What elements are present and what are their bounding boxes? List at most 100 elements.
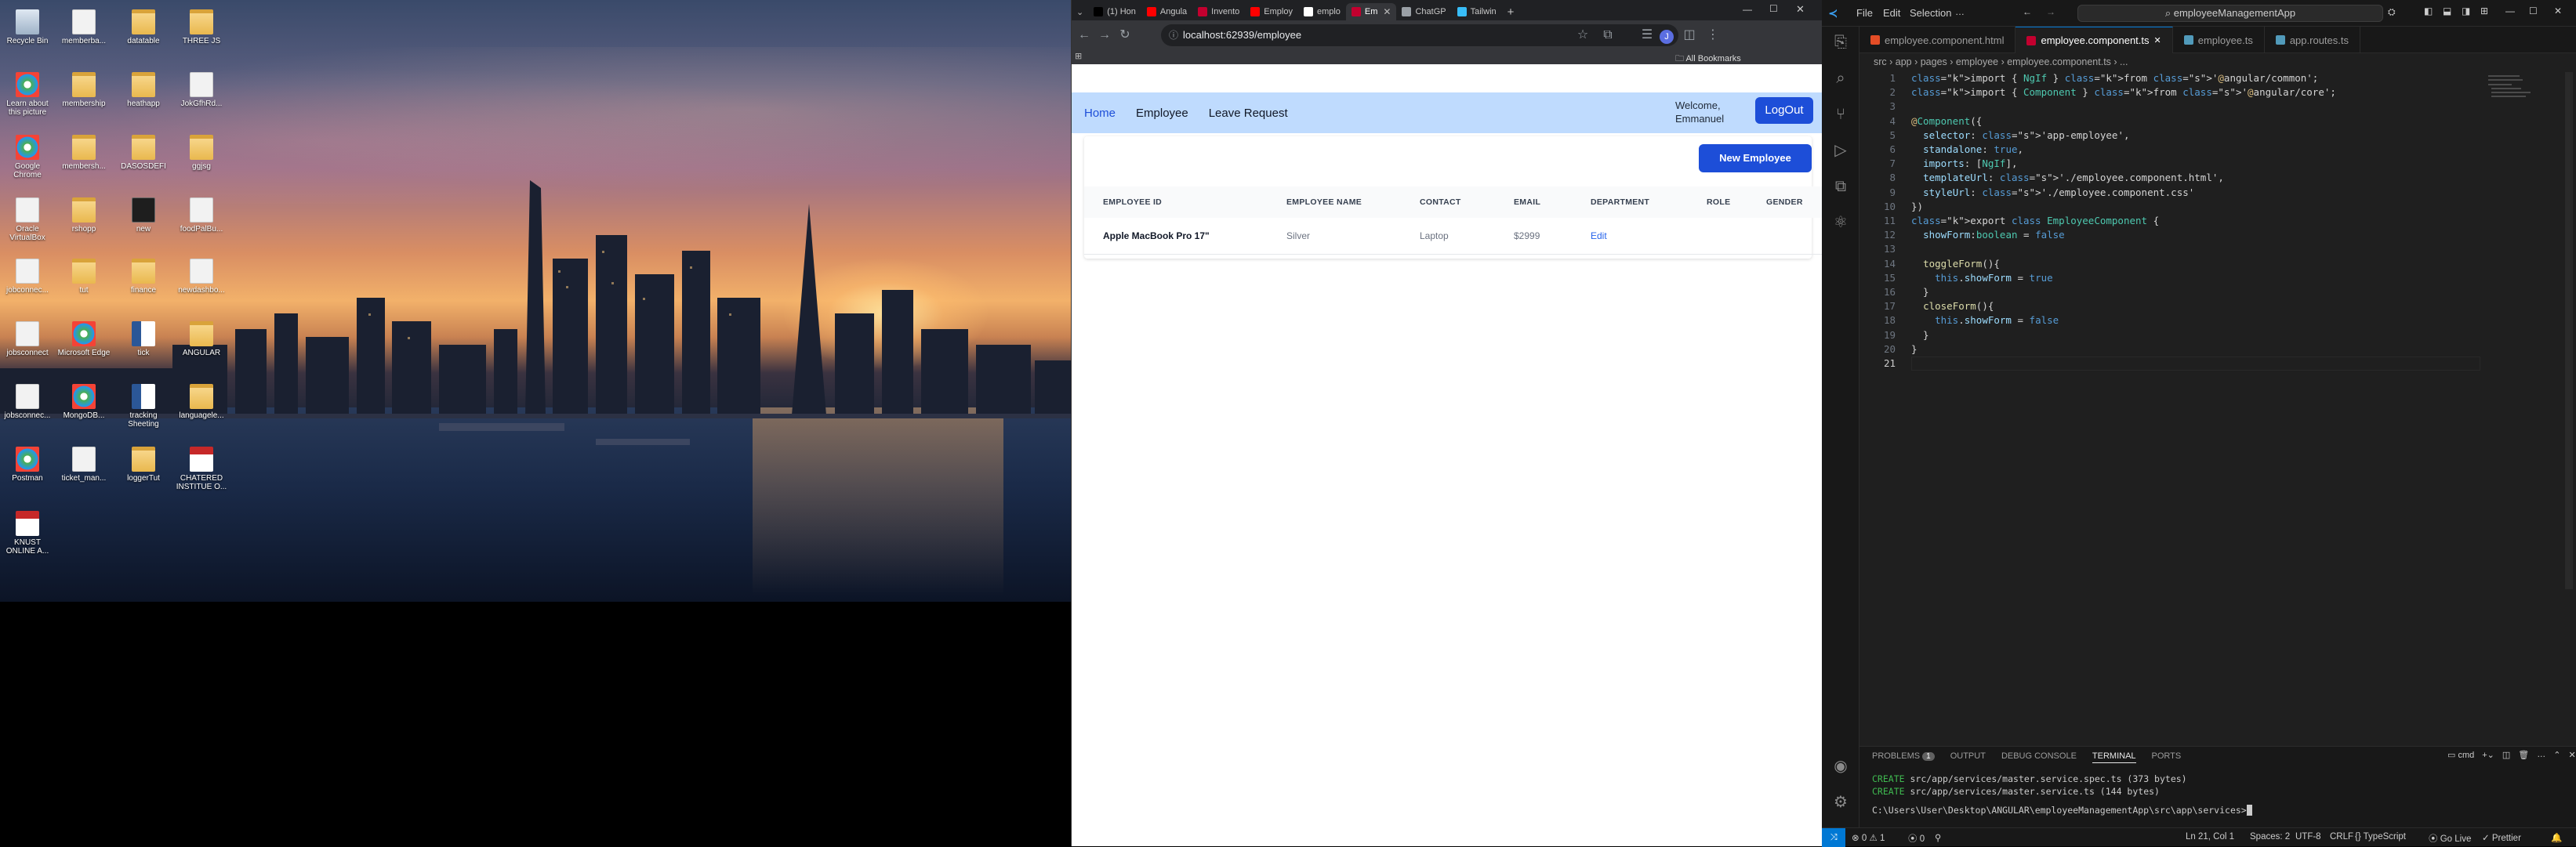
desktop-icon[interactable]: memberba... <box>56 9 111 45</box>
vscode-maximize-button[interactable]: ☐ <box>2529 5 2538 16</box>
edit-link[interactable]: Edit <box>1591 230 1607 241</box>
extensions-icon[interactable]: ⧉ <box>1598 26 1617 45</box>
editor-scrollbar[interactable] <box>2565 72 2573 589</box>
desktop-icon[interactable]: JokGfhRd... <box>174 72 229 108</box>
menu-file[interactable]: File <box>1856 7 1873 19</box>
new-terminal-icon[interactable]: +⌄ <box>2482 750 2494 760</box>
desktop-icon[interactable]: MongoDB... <box>56 384 111 420</box>
panel-more-icon[interactable]: … <box>2537 750 2545 760</box>
desktop-icon[interactable]: KNUST ONLINE A... <box>0 511 55 556</box>
new-employee-button[interactable]: New Employee <box>1699 144 1812 172</box>
profile-avatar[interactable]: J <box>1660 30 1674 44</box>
back-icon[interactable]: ← <box>1075 26 1094 45</box>
minimize-button[interactable]: — <box>1743 4 1752 15</box>
panel-tab-ports[interactable]: PORTS <box>2152 751 2182 763</box>
remote-explorer-icon[interactable]: ⚛ <box>1830 212 1852 233</box>
desktop-icon[interactable]: membersh... <box>56 135 111 171</box>
menu-edit[interactable]: Edit <box>1883 7 1900 19</box>
menu-more-icon[interactable]: … <box>1955 6 1965 17</box>
problems-status[interactable]: ⊗ 0 ⚠ 1 <box>1852 832 1885 843</box>
panel-tab-debug-console[interactable]: DEBUG CONSOLE <box>2001 751 2077 763</box>
close-editor-tab-icon[interactable]: ✕ <box>2154 35 2161 45</box>
desktop-icon[interactable]: CHATERED INSTITUE O... <box>174 447 229 491</box>
desktop-icon[interactable]: rshopp <box>56 197 111 233</box>
browser-tab[interactable]: (1) Hon <box>1088 3 1141 20</box>
browser-tab[interactable]: Em ✕ <box>1345 3 1397 20</box>
logout-button[interactable]: LogOut <box>1755 97 1813 124</box>
desktop-icon[interactable]: DASOSDEFI <box>116 135 171 171</box>
menu-kebab-icon[interactable]: ⋮ <box>1703 26 1722 45</box>
sidebar-icon[interactable]: ◫ <box>1680 26 1699 45</box>
browser-tab[interactable]: emplo <box>1298 3 1346 20</box>
browser-tab[interactable]: Angula <box>1141 3 1192 20</box>
source-control-icon[interactable]: ⑂ <box>1830 103 1852 125</box>
desktop-icon[interactable]: ggjsg <box>174 135 229 171</box>
language-mode[interactable]: {} TypeScript <box>2355 832 2406 842</box>
desktop-icon[interactable]: Microsoft Edge <box>56 321 111 357</box>
toggle-panel-icon[interactable]: ⬓ <box>2443 5 2451 16</box>
browser-tab[interactable]: Invento <box>1192 3 1245 20</box>
desktop-icon[interactable]: heathapp <box>116 72 171 108</box>
new-tab-button[interactable]: + <box>1502 3 1520 20</box>
browser-tab[interactable]: Tailwin <box>1452 3 1502 20</box>
apps-grid-icon[interactable]: ⊞ <box>1075 51 1082 61</box>
panel-tab-problems[interactable]: PROBLEMS 1 <box>1872 751 1935 763</box>
desktop-icon[interactable]: tick <box>116 321 171 357</box>
media-icon[interactable]: ☰ <box>1638 26 1656 45</box>
copilot-icon[interactable]: ⛭ <box>2388 6 2396 18</box>
desktop-icon[interactable]: ANGULAR <box>174 321 229 357</box>
prettier-status[interactable]: ✓ Prettier <box>2482 832 2521 843</box>
manage-gear-icon[interactable]: ⚙ <box>1830 791 1852 813</box>
nav-employee-link[interactable]: Employee <box>1136 107 1188 120</box>
go-live-status[interactable]: ⦿ Go Live <box>2429 832 2471 845</box>
kill-terminal-icon[interactable]: 🗑 <box>2518 750 2529 760</box>
desktop-icon[interactable]: Recycle Bin <box>0 9 55 45</box>
desktop-icon[interactable]: Postman <box>0 447 55 483</box>
notifications-bell-icon[interactable]: 🔔 <box>2551 832 2562 843</box>
terminal-shell-selector[interactable]: ▭ cmd <box>2447 750 2474 760</box>
tab-search-icon[interactable]: ⌄ <box>1072 3 1088 20</box>
nav-forward-icon[interactable]: → <box>2046 6 2055 17</box>
desktop-icon[interactable]: finance <box>116 259 171 295</box>
close-panel-icon[interactable]: ✕ <box>2568 750 2575 760</box>
editor-tab[interactable]: employee.component.html <box>1859 27 2016 53</box>
nav-home-link[interactable]: Home <box>1084 107 1116 120</box>
desktop-icon[interactable]: Oracle VirtualBox <box>0 197 55 242</box>
desktop-icon[interactable]: new <box>116 197 171 233</box>
indentation-status[interactable]: Spaces: 2 <box>2250 832 2290 842</box>
eol-status[interactable]: CRLF <box>2330 832 2353 842</box>
close-tab-icon[interactable]: ✕ <box>1383 6 1391 17</box>
account-status-icon[interactable]: ⚲ <box>1935 832 1941 843</box>
bookmark-star-icon[interactable]: ☆ <box>1573 26 1592 45</box>
close-window-button[interactable]: ✕ <box>1796 3 1805 16</box>
nav-back-icon[interactable]: ← <box>2023 6 2032 17</box>
split-terminal-icon[interactable]: ◫ <box>2502 750 2510 760</box>
desktop-icon[interactable]: foodPalBu... <box>174 197 229 233</box>
maximize-button[interactable]: ☐ <box>1769 3 1778 14</box>
desktop-icon[interactable]: THREE JS <box>174 9 229 45</box>
code-editor[interactable]: 1 class="k">import { NgIf } class="k">fro… <box>1859 72 2576 746</box>
encoding-status[interactable]: UTF-8 <box>2295 832 2321 842</box>
nav-leave-request-link[interactable]: Leave Request <box>1209 107 1288 120</box>
panel-tab-output[interactable]: OUTPUT <box>1950 751 1986 763</box>
desktop-icon[interactable]: ticket_man... <box>56 447 111 483</box>
layout-icon[interactable]: ⊞ <box>2480 5 2488 16</box>
remote-indicator-icon[interactable]: ⤨ <box>1822 828 1845 847</box>
cursor-position[interactable]: Ln 21, Col 1 <box>2186 832 2234 842</box>
extensions-view-icon[interactable]: ⧉ <box>1830 176 1852 197</box>
browser-tab[interactable]: Employ <box>1245 3 1298 20</box>
maximize-panel-icon[interactable]: ⌃ <box>2553 750 2560 760</box>
desktop-icon[interactable]: jobconnec... <box>0 259 55 295</box>
vscode-minimize-button[interactable]: — <box>2505 5 2515 16</box>
editor-tab[interactable]: employee.ts <box>2173 27 2265 53</box>
menu-selection[interactable]: Selection <box>1910 7 1951 19</box>
desktop-icon[interactable]: Learn about this picture <box>0 72 55 117</box>
toggle-sidebar-icon[interactable]: ◧ <box>2424 5 2433 16</box>
search-view-icon[interactable]: ⌕ <box>1830 67 1852 89</box>
reload-icon[interactable]: ↻ <box>1116 26 1134 45</box>
desktop-icon[interactable]: datatable <box>116 9 171 45</box>
desktop-icon[interactable]: newdashbo... <box>174 259 229 295</box>
forward-icon[interactable]: → <box>1095 26 1114 45</box>
toggle-secondary-sidebar-icon[interactable]: ◨ <box>2462 5 2470 16</box>
vscode-close-button[interactable]: ✕ <box>2554 5 2562 16</box>
